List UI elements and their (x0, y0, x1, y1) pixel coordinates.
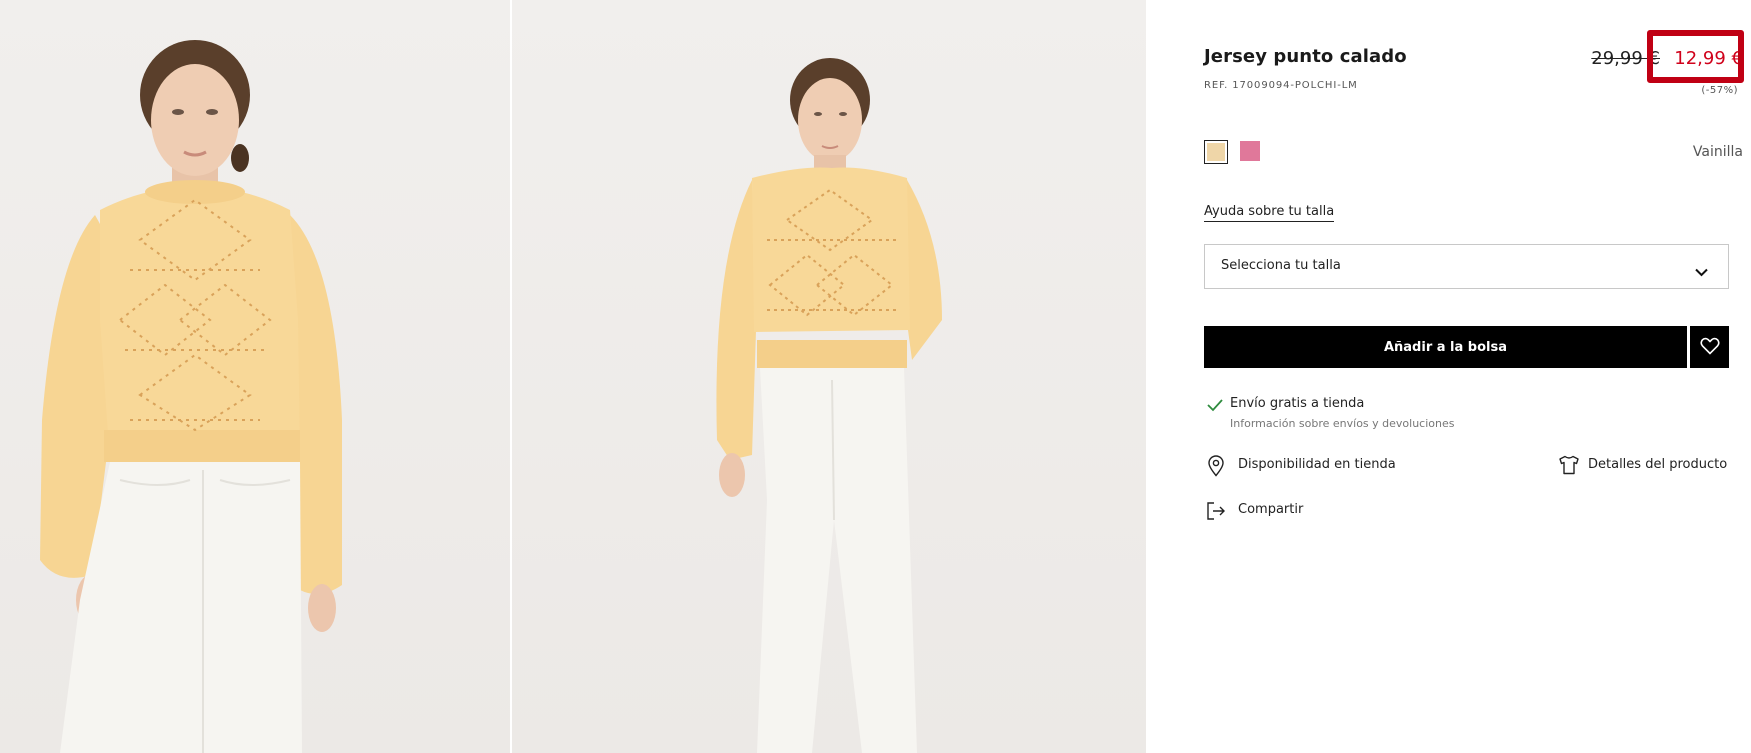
color-swatch-vainilla-fill (1207, 143, 1225, 161)
size-select-placeholder: Selecciona tu talla (1221, 258, 1341, 273)
product-title: Jersey punto calado (1204, 46, 1407, 67)
product-reference: REF. 17009094-POLCHI-LM (1204, 80, 1358, 91)
selected-color-name: Vainilla (1692, 144, 1743, 160)
color-swatch-pink[interactable] (1240, 141, 1260, 161)
store-availability-label: Disponibilidad en tienda (1238, 457, 1396, 472)
sale-price: 12,99 € (1674, 48, 1743, 69)
free-shipping-title: Envío gratis a tienda (1230, 396, 1365, 411)
product-page: Jersey punto calado REF. 17009094-POLCHI… (0, 0, 1751, 753)
size-help-link[interactable]: Ayuda sobre tu talla (1204, 204, 1335, 222)
share-label: Compartir (1238, 502, 1304, 517)
size-select[interactable]: Selecciona tu talla (1204, 244, 1729, 289)
heart-icon (1699, 337, 1720, 358)
product-details-label: Detalles del producto (1588, 457, 1728, 472)
color-swatch-vainilla[interactable] (1204, 140, 1228, 164)
product-photo-pose[interactable] (512, 0, 1146, 753)
shipping-returns-link[interactable]: Información sobre envíos y devoluciones (1230, 417, 1455, 430)
original-price: 29,99 € (1591, 48, 1660, 69)
add-to-bag-button[interactable]: Añadir a la bolsa (1204, 326, 1687, 368)
chevron-down-icon (1695, 262, 1708, 281)
discount-percent: (-57%) (1701, 85, 1738, 96)
product-info-panel: Jersey punto calado REF. 17009094-POLCHI… (1146, 0, 1751, 753)
wishlist-button[interactable] (1690, 326, 1729, 368)
product-gallery (0, 0, 1146, 753)
product-photo-front[interactable] (0, 0, 510, 753)
